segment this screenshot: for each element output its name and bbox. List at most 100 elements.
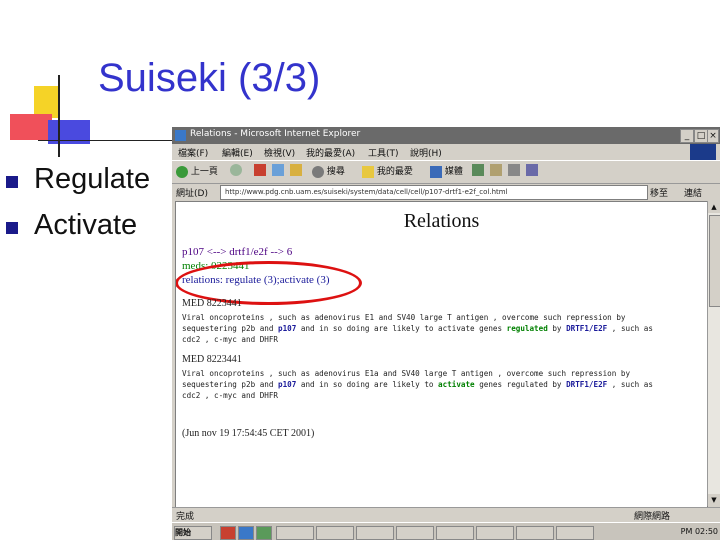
browser-window: Relations - Microsoft Internet Explorer …: [172, 127, 720, 540]
back-arrow-icon: [176, 165, 188, 178]
home-icon: [290, 164, 302, 176]
scroll-thumb[interactable]: [709, 215, 720, 307]
decor-vertical-line: [58, 75, 60, 157]
med1-text: sequestering p2b and: [182, 324, 279, 333]
quicklaunch-icon[interactable]: [220, 526, 236, 540]
taskbar-item[interactable]: [276, 526, 314, 540]
toolbar: 上一頁 搜尋 我的最愛 媒體: [172, 160, 720, 184]
search-button[interactable]: 搜尋: [312, 164, 345, 178]
bullet-regulate: Regulate: [34, 163, 151, 195]
med1-label[interactable]: MED 8223441: [182, 298, 242, 309]
med2-activate: activate: [438, 380, 475, 389]
page-content: Relations p107 <--> drtf1/e2f --> 6 meds…: [175, 201, 708, 508]
favorites-label: 我的最愛: [376, 167, 413, 177]
scroll-down-icon[interactable]: ▼: [708, 494, 720, 506]
maximize-icon[interactable]: □: [694, 129, 708, 143]
history-button[interactable]: [472, 164, 484, 178]
back-button[interactable]: 上一頁: [176, 164, 218, 178]
med2-text: and in so doing are likely to: [296, 380, 439, 389]
media-label: 媒體: [444, 167, 463, 177]
links-button[interactable]: 連結: [684, 186, 702, 199]
search-label: 搜尋: [326, 167, 345, 177]
med1-text: , such as: [607, 324, 653, 333]
page-heading: Relations: [403, 210, 480, 232]
med1-p107: p107: [278, 324, 297, 333]
go-button[interactable]: 移至: [650, 186, 668, 199]
menu-favorites[interactable]: 我的最愛(A): [306, 146, 355, 159]
ie-icon: [175, 130, 186, 141]
taskbar-item[interactable]: [556, 526, 594, 540]
favorites-button[interactable]: 我的最愛: [362, 164, 413, 178]
med2-p107: p107: [278, 380, 297, 389]
menu-file[interactable]: 檔案(F): [178, 146, 208, 159]
med2-line-2: sequestering p2b and p107 and in so doin…: [182, 379, 653, 390]
print-button[interactable]: [508, 164, 520, 178]
menu-bar: 檔案(F) 編輯(E) 檢視(V) 我的最愛(A) 工具(T) 說明(H): [172, 144, 720, 160]
quicklaunch-icon[interactable]: [238, 526, 254, 540]
clock: PM 02:50: [680, 527, 718, 536]
relation-line[interactable]: p107 <--> drtf1/e2f --> 6: [182, 246, 292, 258]
timestamp: (Jun nov 19 17:54:45 CET 2001): [182, 428, 315, 439]
bullet-marker: [6, 222, 18, 234]
taskbar-item[interactable]: [516, 526, 554, 540]
start-button[interactable]: 開始: [174, 526, 212, 540]
taskbar-item[interactable]: [476, 526, 514, 540]
star-icon: [362, 165, 374, 178]
window-title: Relations - Microsoft Internet Explorer: [190, 129, 361, 139]
address-label: 網址(D): [176, 189, 208, 199]
mail-icon: [490, 164, 502, 176]
close-icon[interactable]: ×: [707, 129, 719, 143]
edit-button[interactable]: [526, 164, 538, 178]
med2-text: sequestering p2b and: [182, 380, 279, 389]
med2-line-3: cdc2 , c-myc and DHFR: [182, 391, 279, 400]
forward-button[interactable]: [230, 164, 242, 178]
stop-button[interactable]: [254, 164, 266, 178]
bullet-activate: Activate: [34, 209, 138, 241]
taskbar-item[interactable]: [356, 526, 394, 540]
med2-line-1: Viral oncoproteins , such as adenovirus …: [182, 369, 631, 378]
taskbar-item[interactable]: [396, 526, 434, 540]
med2-text: , such as: [607, 380, 653, 389]
internet-zone: 網際網路: [634, 512, 671, 522]
mail-button[interactable]: [490, 164, 502, 178]
menu-view[interactable]: 檢視(V): [264, 146, 295, 159]
taskbar-item[interactable]: [436, 526, 474, 540]
edit-icon: [526, 164, 538, 176]
med1-text: and in so doing are likely to activate g…: [296, 324, 507, 333]
scroll-up-icon[interactable]: ▲: [708, 201, 720, 213]
minimize-icon[interactable]: _: [680, 129, 694, 143]
med2-drtf1: DRTF1/E2F: [566, 380, 608, 389]
slide-title: Suiseki (3/3): [98, 56, 321, 100]
menu-help[interactable]: 說明(H): [410, 146, 442, 159]
taskbar: 開始 PM 02:50: [172, 522, 720, 540]
status-bar: 完成 網際網路: [172, 507, 720, 523]
windows-logo-icon: [690, 144, 716, 160]
address-input[interactable]: http://www.pdg.cnb.uam.es/suiseki/system…: [220, 185, 648, 200]
med2-label[interactable]: MED 8223441: [182, 354, 242, 365]
refresh-button[interactable]: [272, 164, 284, 178]
decor-red-rectangle: [10, 114, 52, 140]
quicklaunch-icon[interactable]: [256, 526, 272, 540]
taskbar-item[interactable]: [316, 526, 354, 540]
menu-edit[interactable]: 編輯(E): [222, 146, 253, 159]
menu-tools[interactable]: 工具(T): [368, 146, 399, 159]
back-label: 上一頁: [190, 167, 218, 177]
stop-icon: [254, 164, 266, 176]
address-bar: 網址(D) http://www.pdg.cnb.uam.es/suiseki/…: [172, 183, 720, 201]
home-button[interactable]: [290, 164, 302, 178]
med1-text: by: [547, 324, 567, 333]
window-titlebar: Relations - Microsoft Internet Explorer …: [172, 127, 720, 144]
med1-line-2: sequestering p2b and p107 and in so doin…: [182, 323, 653, 334]
status-text: 完成: [176, 512, 195, 522]
med2-text: genes regulated by: [474, 380, 567, 389]
refresh-icon: [272, 164, 284, 176]
bullet-marker: [6, 176, 18, 188]
vertical-scrollbar[interactable]: ▲ ▼: [707, 201, 720, 506]
history-icon: [472, 164, 484, 176]
forward-arrow-icon: [230, 164, 242, 176]
search-icon: [312, 165, 324, 178]
media-icon: [430, 165, 442, 178]
med1-line-3: cdc2 , c-myc and DHFR: [182, 335, 279, 344]
med1-drtf1: DRTF1/E2F: [566, 324, 608, 333]
media-button[interactable]: 媒體: [430, 164, 463, 178]
